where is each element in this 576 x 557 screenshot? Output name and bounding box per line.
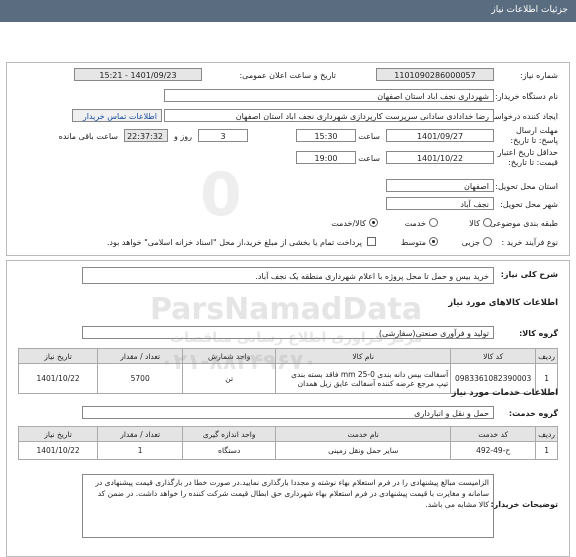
- col-code: کد کالا: [450, 348, 537, 364]
- need-number-field: 1101090286000057: [376, 68, 494, 81]
- row-qty: 5700: [97, 363, 184, 394]
- row-date: 1401/10/22: [17, 441, 99, 460]
- row-name: آسفالت بیس دانه بندی 0-25 mm فاقد بسته ب…: [275, 363, 452, 394]
- col-unit: واحد شمارش: [182, 348, 277, 364]
- services-table: ردیف کد خدمت نام خدمت واحد اندازه گیری ت…: [17, 426, 558, 460]
- notes-field: الزامیست مبالغ پیشنهادی را در فرم استعلا…: [82, 474, 494, 538]
- process-partial-label: جزیی: [461, 238, 480, 247]
- col-name: نام خدمت: [275, 426, 452, 442]
- row-unit: دستگاه: [182, 441, 277, 460]
- col-code: کد خدمت: [450, 426, 537, 442]
- province-label: استان محل تحویل:: [495, 182, 558, 191]
- city-field: نجف آباد: [386, 197, 494, 210]
- row-code: ح-49-492: [450, 441, 537, 460]
- remaining-time-field: 22:37:32: [124, 129, 168, 142]
- category-label: طبقه بندی موضوعی:: [487, 219, 558, 228]
- validity-time-field: 19:00: [296, 151, 356, 164]
- page-header: جزئیات اطلاعات نیاز: [0, 0, 576, 22]
- notes-label: توضیحات خریدار:: [490, 500, 558, 509]
- services-table-header: ردیف کد خدمت نام خدمت واحد اندازه گیری ت…: [17, 426, 558, 442]
- validity-date-field: 1401/10/22: [386, 151, 494, 164]
- table-row: 1 ح-49-492 سایر حمل ونقل زمینی دستگاه 1 …: [17, 441, 558, 460]
- category-service-radio[interactable]: [429, 218, 438, 227]
- category-service-label: خدمت: [404, 219, 426, 228]
- goods-table-header: ردیف کد کالا نام کالا واحد شمارش تعداد /…: [17, 348, 558, 364]
- row-name: سایر حمل ونقل زمینی: [275, 441, 452, 460]
- deadline-days-field: 3: [198, 129, 248, 142]
- buyer-contact-button[interactable]: اطلاعات تماس خریدار: [72, 109, 162, 122]
- validity-time-label: ساعت: [358, 154, 380, 163]
- need-number-label: شماره نیاز:: [520, 71, 558, 80]
- services-section-title: اطلاعات خدمات مورد نیاز: [451, 388, 558, 398]
- process-partial-radio[interactable]: [483, 237, 492, 246]
- col-index: ردیف: [535, 426, 558, 442]
- row-date: 1401/10/22: [17, 363, 99, 394]
- category-goods-label: کالا: [469, 219, 480, 228]
- page-title: جزئیات اطلاعات نیاز: [491, 5, 568, 15]
- validity-label: حداقل تاریخ اعتبار قیمت: تا تاریخ:: [497, 148, 558, 167]
- deadline-days-label: روز و: [174, 132, 192, 141]
- province-field: اصفهان: [386, 179, 494, 192]
- goods-section-title: اطلاعات کالاهای مورد نیاز: [448, 298, 558, 308]
- deadline-time-field: 15:30: [296, 129, 356, 142]
- summary-field: خرید بیس و حمل تا محل پروژه با اعلام شهر…: [82, 267, 494, 284]
- col-index: ردیف: [535, 348, 558, 364]
- process-label: نوع فرآیند خرید :: [501, 238, 558, 247]
- summary-label: شرح کلی نیاز:: [500, 270, 558, 279]
- deadline-label: مهلت ارسال پاسخ: تا تاریخ:: [510, 126, 558, 145]
- announce-label: تاریخ و ساعت اعلان عمومی:: [239, 71, 336, 80]
- category-goods-service-label: کالا/خدمت: [331, 219, 366, 228]
- remaining-label: ساعت باقی مانده: [58, 132, 118, 141]
- announce-field: 1401/09/23 - 15:21: [74, 68, 202, 81]
- city-label: شهر محل تحویل:: [500, 200, 558, 209]
- creator-label: ایجاد کننده درخواست:: [484, 112, 558, 121]
- buyer-field: شهرداری نجف اباد استان اصفهان: [164, 89, 494, 102]
- deadline-date-field: 1401/09/27: [386, 129, 494, 142]
- buyer-label: نام دستگاه خریدار:: [495, 92, 558, 101]
- col-qty: تعداد / مقدار: [97, 426, 184, 442]
- category-goods-service-radio[interactable]: [369, 218, 378, 227]
- process-medium-radio[interactable]: [429, 237, 438, 246]
- col-date: تاریخ نیاز: [17, 426, 99, 442]
- goods-group-field: تولید و فرآوری صنعتی(سفارشی): [82, 326, 494, 339]
- col-date: تاریخ نیاز: [17, 348, 99, 364]
- row-index: 1: [535, 441, 558, 460]
- treasury-payment-note: پرداخت تمام یا بخشی از مبلغ خرید،از محل …: [106, 238, 362, 247]
- creator-field: رضا خدادادی سادانی سرپرست کارپردازی شهرد…: [164, 109, 494, 122]
- process-medium-label: متوسط: [400, 238, 426, 247]
- category-goods-radio[interactable]: [483, 218, 492, 227]
- col-name: نام کالا: [275, 348, 452, 364]
- col-qty: تعداد / مقدار: [97, 348, 184, 364]
- goods-group-label: گروه کالا:: [519, 329, 558, 338]
- services-group-field: حمل و نقل و انبارداری: [82, 406, 494, 419]
- deadline-time-label: ساعت: [358, 132, 380, 141]
- treasury-payment-checkbox[interactable]: [367, 237, 376, 246]
- services-group-label: گروه خدمت:: [508, 409, 558, 418]
- row-qty: 1: [97, 441, 184, 460]
- col-unit: واحد اندازه گیری: [182, 426, 277, 442]
- row-unit: تن: [182, 363, 277, 394]
